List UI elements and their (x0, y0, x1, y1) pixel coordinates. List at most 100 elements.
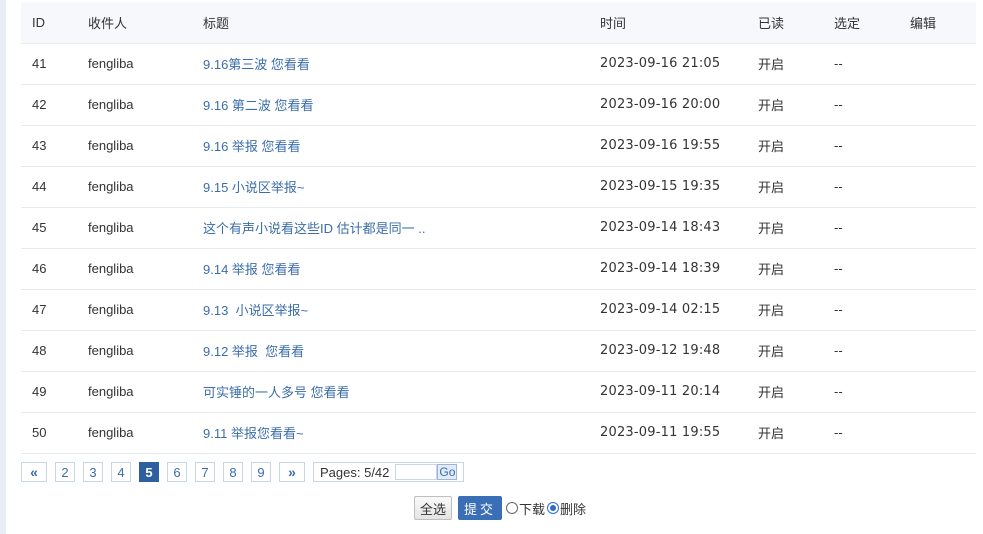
cell-recipient: fengliba (77, 43, 192, 85)
cell-title: 9.16 举报 您看看 (192, 125, 589, 167)
cell-id: 41 (21, 43, 77, 85)
header-time: 时间 (589, 2, 747, 44)
cell-edit (899, 84, 976, 126)
table-row: 43 fengliba 9.16 举报 您看看 2023-09-16 19:55… (21, 125, 976, 167)
download-radio[interactable] (506, 502, 519, 514)
cell-id: 50 (21, 412, 77, 454)
cell-edit (899, 248, 976, 290)
cell-recipient: fengliba (77, 330, 192, 372)
table-row: 42 fengliba 9.16 第二波 您看看 2023-09-16 20:0… (21, 84, 976, 126)
go-button[interactable]: Go (437, 464, 458, 480)
table-row: 44 fengliba 9.15 小说区举报~ 2023-09-15 19:35… (21, 166, 976, 208)
cell-read: 开启 (747, 412, 823, 454)
download-radio-label: 下载 (519, 501, 546, 517)
cell-read: 开启 (747, 248, 823, 290)
cell-recipient: fengliba (77, 166, 192, 208)
page-link-2[interactable]: 2 (55, 462, 75, 482)
cell-title: 9.15 小说区举报~ (192, 166, 589, 208)
pagination: « 2 3 4 5 6 7 8 9 » Pages: 5/42 Go (21, 461, 465, 483)
cell-edit (899, 166, 976, 208)
header-title: 标题 (192, 2, 589, 44)
cell-title: 9.11 举报您看看~ (192, 412, 589, 454)
pages-info: Pages: 5/42 Go (313, 462, 465, 482)
table-row: 50 fengliba 9.11 举报您看看~ 2023-09-11 19:55… (21, 412, 976, 454)
page-link-6[interactable]: 6 (167, 462, 187, 482)
page-link-9[interactable]: 9 (251, 462, 271, 482)
message-title-link[interactable]: 9.16 第二波 您看看 (203, 98, 314, 113)
cell-time: 2023-09-15 19:35 (589, 166, 747, 208)
message-table: ID 收件人 标题 时间 已读 选定 编辑 41 fengliba 9.16第三… (21, 2, 976, 454)
cell-title: 9.16第三波 您看看 (192, 43, 589, 85)
prev-page-button[interactable]: « (21, 462, 47, 482)
cell-title: 可实锤的一人多号 您看看 (192, 371, 589, 413)
table-row: 48 fengliba 9.12 举报 您看看 2023-09-12 19:48… (21, 330, 976, 372)
submit-button[interactable]: 提交 (458, 496, 503, 520)
cell-read: 开启 (747, 289, 823, 331)
cell-title: 9.13 小说区举报~ (192, 289, 589, 331)
cell-edit (899, 207, 976, 249)
delete-radio[interactable] (547, 502, 560, 514)
table-row: 47 fengliba 9.13 小说区举报~ 2023-09-14 02:15… (21, 289, 976, 331)
cell-title: 9.12 举报 您看看 (192, 330, 589, 372)
table-row: 49 fengliba 可实锤的一人多号 您看看 2023-09-11 20:1… (21, 371, 976, 413)
cell-recipient: fengliba (77, 289, 192, 331)
pages-count-text: Pages: 5/42 (320, 464, 390, 480)
cell-edit (899, 43, 976, 85)
page-link-8[interactable]: 8 (223, 462, 243, 482)
cell-id: 48 (21, 330, 77, 372)
cell-select: -- (823, 248, 899, 290)
message-title-link[interactable]: 9.14 举报 您看看 (203, 262, 301, 277)
header-select: 选定 (823, 2, 899, 44)
cell-read: 开启 (747, 207, 823, 249)
page-link-7[interactable]: 7 (195, 462, 215, 482)
cell-time: 2023-09-16 20:00 (589, 84, 747, 126)
message-title-link[interactable]: 9.16第三波 您看看 (203, 57, 310, 72)
cell-select: -- (823, 289, 899, 331)
message-title-link[interactable]: 9.12 举报 您看看 (203, 344, 304, 359)
header-read: 已读 (747, 2, 823, 44)
cell-edit (899, 371, 976, 413)
cell-recipient: fengliba (77, 248, 192, 290)
cell-select: -- (823, 371, 899, 413)
next-page-button[interactable]: » (279, 462, 305, 482)
cell-read: 开启 (747, 43, 823, 85)
page-link-4[interactable]: 4 (111, 462, 131, 482)
cell-time: 2023-09-14 02:15 (589, 289, 747, 331)
header-edit: 编辑 (899, 2, 976, 44)
select-all-button[interactable]: 全选 (414, 496, 453, 520)
cell-id: 42 (21, 84, 77, 126)
cell-edit (899, 412, 976, 454)
message-title-link[interactable]: 9.11 举报您看看~ (203, 426, 304, 441)
cell-title: 9.14 举报 您看看 (192, 248, 589, 290)
cell-read: 开启 (747, 125, 823, 167)
cell-select: -- (823, 207, 899, 249)
cell-select: -- (823, 412, 899, 454)
cell-read: 开启 (747, 84, 823, 126)
left-border-strip (0, 0, 6, 534)
cell-select: -- (823, 43, 899, 85)
message-title-link[interactable]: 可实锤的一人多号 您看看 (203, 385, 350, 400)
page-link-current[interactable]: 5 (139, 462, 159, 482)
delete-radio-label: 删除 (560, 501, 587, 517)
message-title-link[interactable]: 这个有声小说看这些ID 估计都是同一 .. (203, 221, 425, 236)
cell-time: 2023-09-14 18:43 (589, 207, 747, 249)
message-title-link[interactable]: 9.13 小说区举报~ (203, 303, 308, 318)
header-recipient: 收件人 (77, 2, 192, 44)
message-list-panel: ID 收件人 标题 时间 已读 选定 编辑 41 fengliba 9.16第三… (21, 2, 976, 454)
message-title-link[interactable]: 9.15 小说区举报~ (203, 180, 305, 195)
cell-recipient: fengliba (77, 371, 192, 413)
table-row: 45 fengliba 这个有声小说看这些ID 估计都是同一 .. 2023-0… (21, 207, 976, 249)
cell-recipient: fengliba (77, 412, 192, 454)
page-number-input[interactable] (395, 464, 438, 480)
page-link-3[interactable]: 3 (83, 462, 103, 482)
cell-time: 2023-09-11 19:55 (589, 412, 747, 454)
cell-edit (899, 330, 976, 372)
cell-title: 9.16 第二波 您看看 (192, 84, 589, 126)
cell-select: -- (823, 330, 899, 372)
message-title-link[interactable]: 9.16 举报 您看看 (203, 139, 301, 154)
cell-time: 2023-09-16 19:55 (589, 125, 747, 167)
cell-read: 开启 (747, 371, 823, 413)
table-row: 46 fengliba 9.14 举报 您看看 2023-09-14 18:39… (21, 248, 976, 290)
cell-edit (899, 125, 976, 167)
cell-read: 开启 (747, 330, 823, 372)
